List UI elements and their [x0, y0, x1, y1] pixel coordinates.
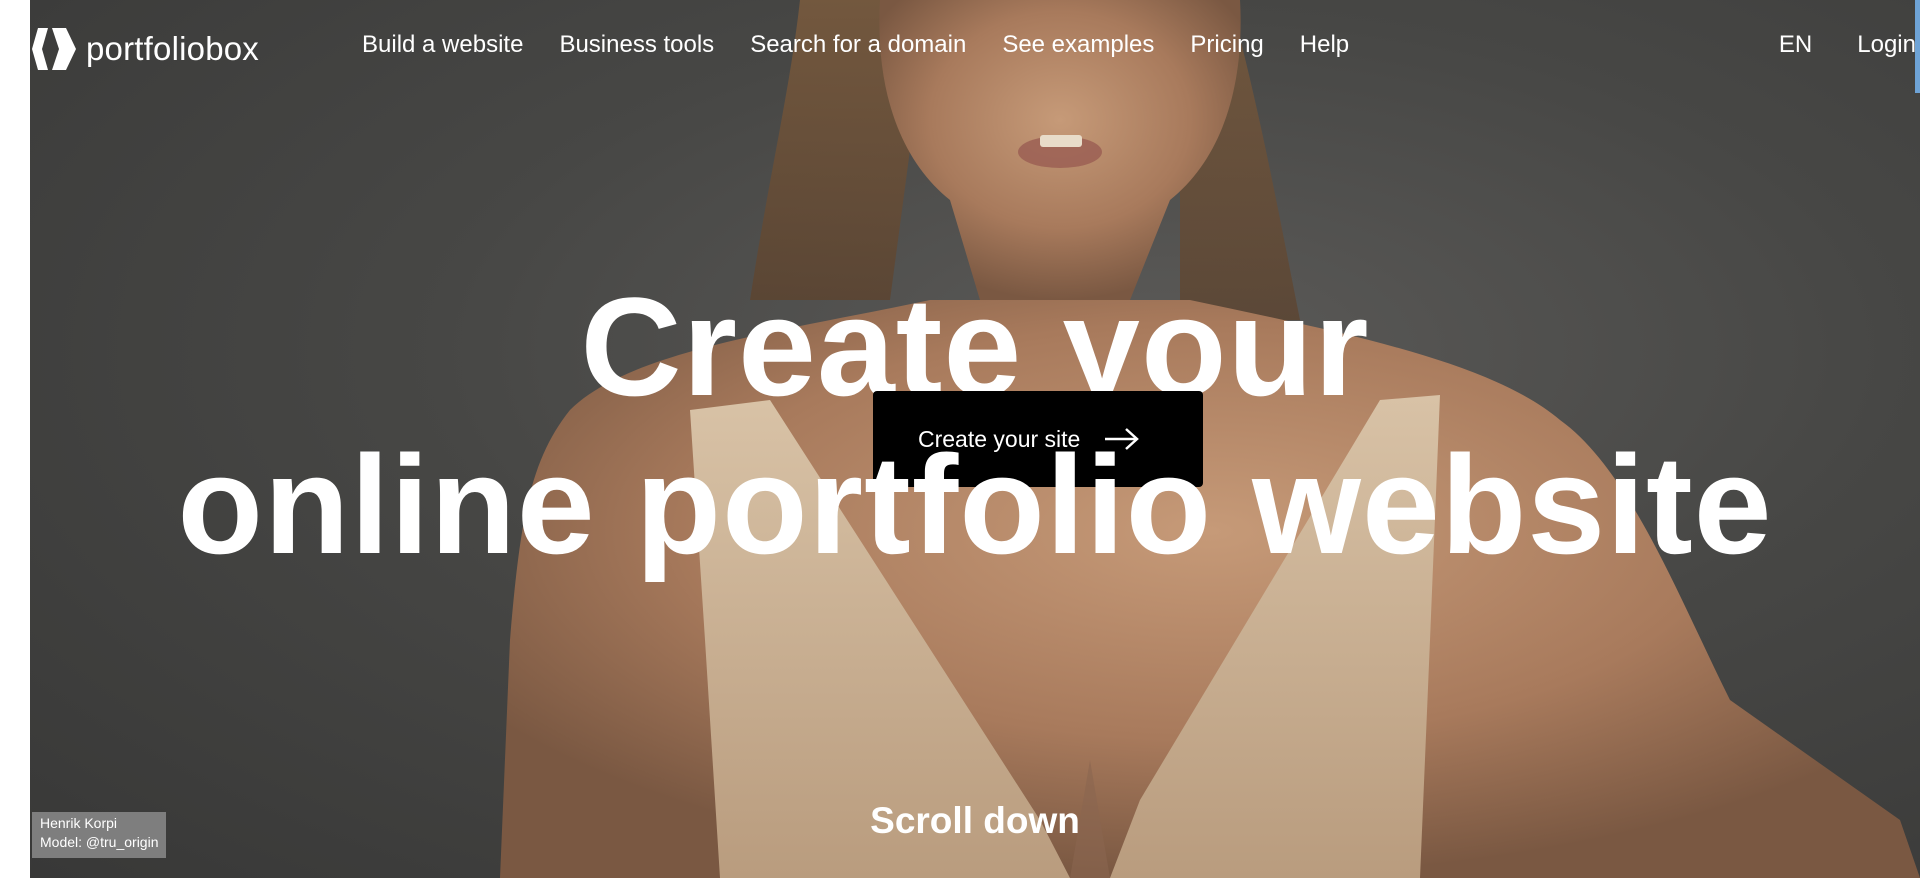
page-left-margin — [0, 0, 30, 878]
nav-right-group: EN Login — [1734, 31, 1916, 59]
main-menu: Build a website Business tools Search fo… — [362, 31, 1385, 59]
nav-business-tools[interactable]: Business tools — [559, 31, 714, 59]
photographer-credit: Henrik Korpi — [40, 815, 118, 831]
top-navigation: portfoliobox Build a website Business to… — [30, 0, 1920, 96]
language-selector[interactable]: EN — [1779, 31, 1812, 59]
photo-credit: Henrik Korpi Model: @tru_origin — [32, 812, 166, 858]
nav-search-domain[interactable]: Search for a domain — [750, 31, 966, 59]
hero-headline-line-2: online portfolio website — [177, 426, 1773, 583]
nav-see-examples[interactable]: See examples — [1002, 31, 1154, 59]
portfoliobox-logo-icon — [32, 28, 76, 70]
hero-section: portfoliobox Build a website Business to… — [30, 0, 1920, 878]
scrollbar-thumb[interactable] — [1915, 0, 1920, 93]
brand-name: portfoliobox — [86, 30, 260, 67]
nav-build-website[interactable]: Build a website — [362, 31, 523, 59]
nav-help[interactable]: Help — [1300, 31, 1349, 59]
scroll-down-link[interactable]: Scroll down — [30, 800, 1920, 842]
nav-pricing[interactable]: Pricing — [1190, 31, 1263, 59]
model-credit: Model: @tru_origin — [40, 834, 159, 850]
portfoliobox-logo[interactable]: portfoliobox — [32, 28, 259, 70]
login-link[interactable]: Login — [1857, 31, 1916, 59]
